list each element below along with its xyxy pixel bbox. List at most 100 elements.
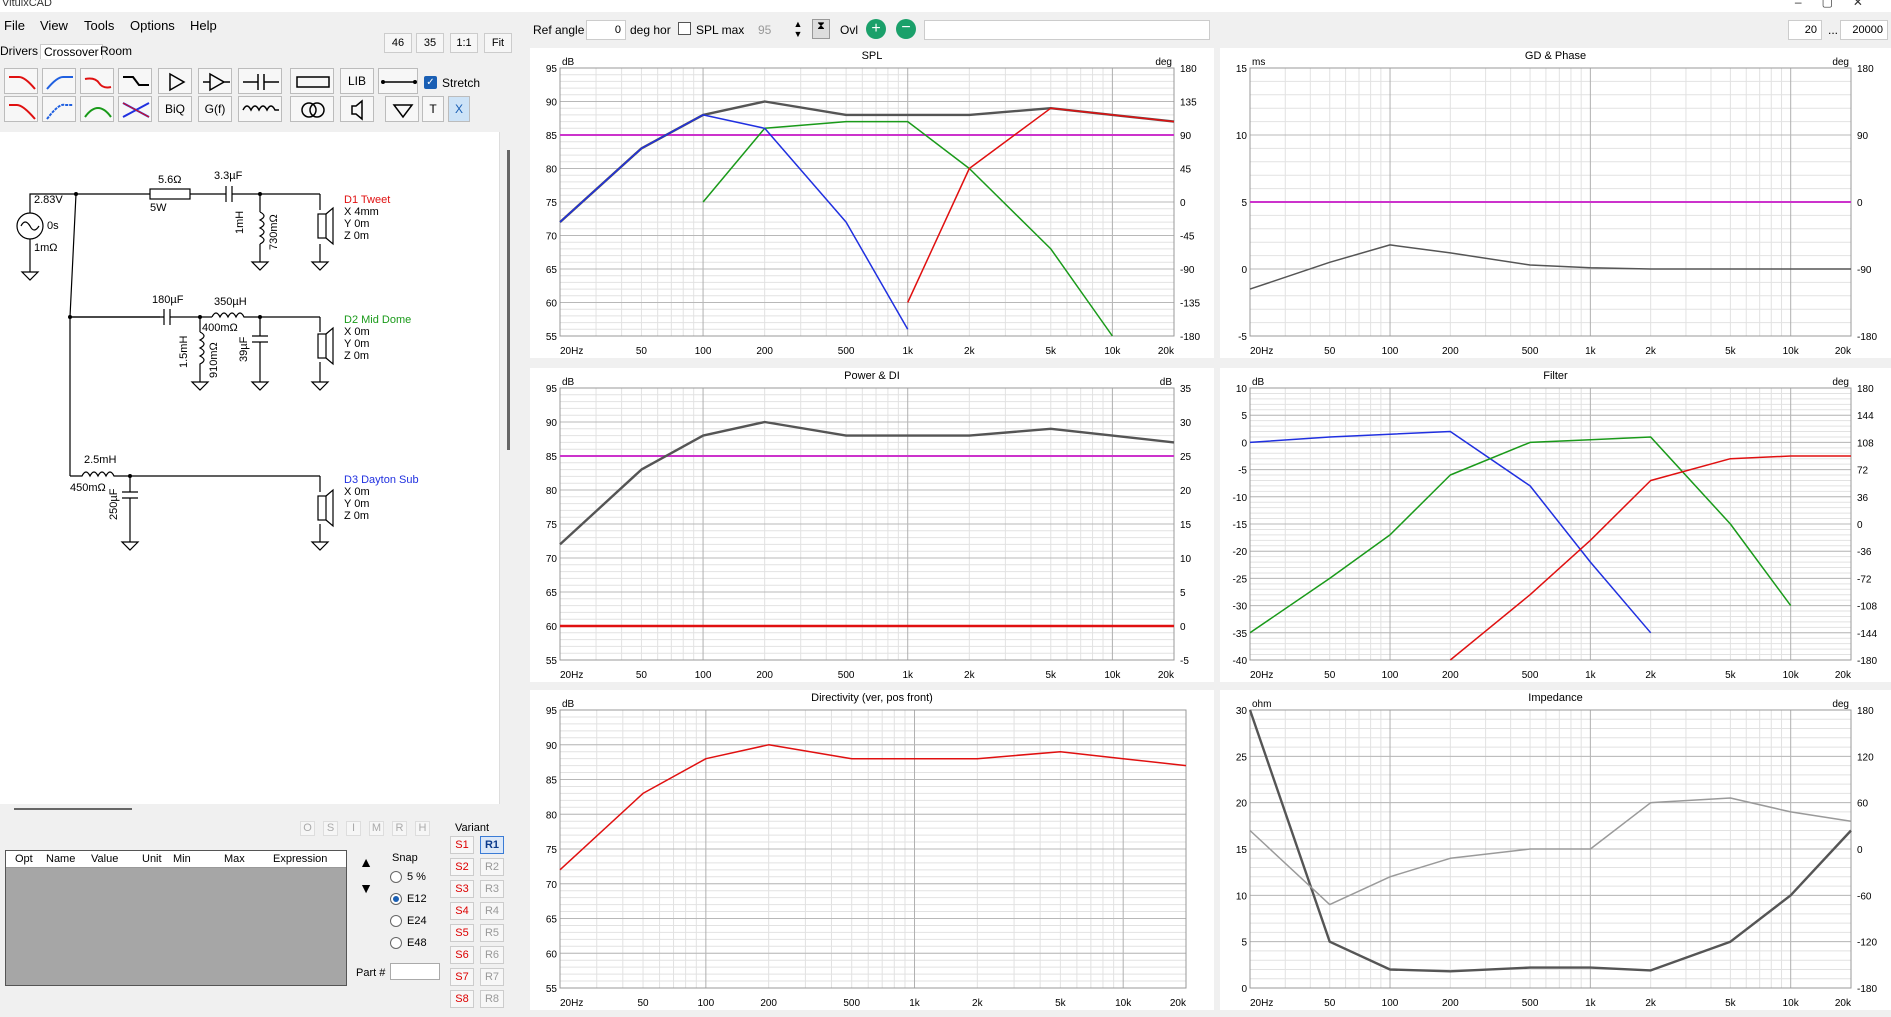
variant-r1-button[interactable]: R1 [480,836,504,854]
sub-driver-name[interactable]: D3 Dayton Sub [344,474,419,486]
tweet-cap-value[interactable]: 3.3µF [214,170,242,182]
move-down-button[interactable]: ▼ [356,878,376,898]
col-value[interactable]: Value [91,853,118,865]
optimizer-table[interactable]: Opt Name Value Unit Min Max Expression [5,850,347,986]
overlay-dropdown[interactable] [924,20,1210,40]
mid-driver-name[interactable]: D2 Mid Dome [344,314,411,326]
tab-room[interactable]: Room [100,44,132,58]
variant-r7-button[interactable]: R7 [480,968,504,986]
menu-view[interactable]: View [40,18,68,33]
tweet-inductor-value[interactable]: 1mH [234,211,246,234]
schematic-hscrollbar[interactable] [14,808,132,810]
variant-s1-button[interactable]: S1 [450,836,474,854]
snap-e24[interactable]: E24 [390,915,427,928]
mid-cap-value[interactable]: 180µF [152,294,183,306]
mid-inductor-resistance[interactable]: 400mΩ [202,322,238,334]
variant-r2-button[interactable]: R2 [480,858,504,876]
flag-o[interactable]: O [300,821,315,836]
variant-s8-button[interactable]: S8 [450,990,474,1008]
variant-s6-button[interactable]: S6 [450,946,474,964]
lowpass-2-button[interactable] [4,96,38,122]
tab-drivers[interactable]: Drivers [0,44,38,58]
snap-e48[interactable]: E48 [390,937,427,950]
dir-chart-panel[interactable]: Directivity (ver, pos front) dB 95 90 85 80 75… [530,690,1214,1010]
amp-icon[interactable] [198,68,232,94]
variant-r4-button[interactable]: R4 [480,902,504,920]
variant-s4-button[interactable]: S4 [450,902,474,920]
variant-s5-button[interactable]: S5 [450,924,474,942]
capacitor-icon[interactable] [238,68,282,94]
imp-chart-panel[interactable]: Impedance ohm deg 30 25 20 15 10 5 0 180 120 60 0 -60-… [1220,690,1891,1010]
spin-updown-icon[interactable]: ▲ ▼ [790,19,806,39]
col-expression[interactable]: Expression [273,853,327,865]
resistor-icon[interactable] [290,68,334,94]
transformer-icon[interactable] [290,96,334,122]
notch-button[interactable] [118,68,152,94]
tab-crossover[interactable]: Crossover [40,44,103,59]
sub-inductor-value[interactable]: 2.5mH [84,454,116,466]
allpass-button[interactable] [118,96,152,122]
lib-button[interactable]: LIB [340,68,374,94]
tweet-inductor-resistance[interactable]: 730mΩ [268,214,280,250]
highpass-1-button[interactable] [42,68,76,94]
gf-button[interactable]: G(f) [198,96,232,122]
flag-i[interactable]: I [346,821,361,836]
schematic-canvas[interactable]: 2.83V 0s 1mΩ 5.6Ω 5W 3.3µF 1mH 730mΩ D1 … [0,132,500,804]
buffer-icon[interactable] [158,68,192,94]
ground-icon[interactable] [385,96,419,122]
variant-r6-button[interactable]: R6 [480,946,504,964]
filter-chart-panel[interactable]: Filter dB deg 10 5 0 -5 -10 -15 -20 -25 -30 -35 -40 18… [1220,368,1891,682]
bandpass-button[interactable] [80,96,114,122]
zoom-35-button[interactable]: 35 [416,33,444,53]
flag-m[interactable]: M [369,821,384,836]
x-button[interactable]: X [448,96,470,122]
col-min[interactable]: Min [173,853,191,865]
variant-s7-button[interactable]: S7 [450,968,474,986]
menu-tools[interactable]: Tools [84,18,114,33]
tweet-resistor-value[interactable]: 5.6Ω [158,174,182,186]
add-overlay-icon[interactable]: + [866,19,886,39]
ref-angle-input[interactable]: 0 [586,20,626,40]
move-up-button[interactable]: ▲ [356,852,376,872]
mid-inductor-value[interactable]: 350µH [214,296,247,308]
mid-inductor2-resistance[interactable]: 910mΩ [208,342,220,378]
mid-inductor2-value[interactable]: 1.5mH [178,336,190,368]
highpass-2-button[interactable] [42,96,76,122]
freq-min-input[interactable]: 20 [1788,20,1822,40]
variant-r5-button[interactable]: R5 [480,924,504,942]
wire-icon[interactable] [378,68,418,94]
col-name[interactable]: Name [46,853,75,865]
remove-overlay-icon[interactable]: − [896,19,916,39]
menu-file[interactable]: File [4,18,25,33]
variant-r3-button[interactable]: R3 [480,880,504,898]
shelf-1-button[interactable] [80,68,114,94]
schematic-scrollbar[interactable] [507,150,510,450]
part-number-input[interactable] [390,963,440,980]
t-button[interactable]: T [422,96,444,122]
zoom-46-button[interactable]: 46 [384,33,412,53]
variant-s3-button[interactable]: S3 [450,880,474,898]
col-unit[interactable]: Unit [142,853,162,865]
hourglass-icon[interactable]: ⧗ [812,19,830,39]
flag-h[interactable]: H [415,821,430,836]
variant-r8-button[interactable]: R8 [480,990,504,1008]
lowpass-1-button[interactable] [4,68,38,94]
snap-5pct[interactable]: 5 % [390,871,426,884]
menu-help[interactable]: Help [190,18,217,33]
sub-inductor-resistance[interactable]: 450mΩ [70,482,106,494]
freq-max-input[interactable]: 20000 [1840,20,1888,40]
snap-e12[interactable]: E12 [390,893,427,906]
col-max[interactable]: Max [224,853,245,865]
flag-r[interactable]: R [392,821,407,836]
speaker-icon[interactable] [340,96,374,122]
biquad-button[interactable]: BiQ [158,96,192,122]
flag-s[interactable]: S [323,821,338,836]
zoom-1to1-button[interactable]: 1:1 [450,33,478,53]
mid-cap2-value[interactable]: 39µF [238,337,250,362]
spl-chart-panel[interactable]: SPL dB deg 95 90 85 80 75 70 65 60 55 180 135 90 45 0 -45… [530,48,1214,358]
col-opt[interactable]: Opt [15,853,33,865]
inductor-icon[interactable] [238,96,282,122]
window-controls[interactable]: –▢✕ [1795,0,1883,9]
tweet-driver-name[interactable]: D1 Tweet [344,194,390,206]
sub-cap-value[interactable]: 250µF [108,489,120,520]
